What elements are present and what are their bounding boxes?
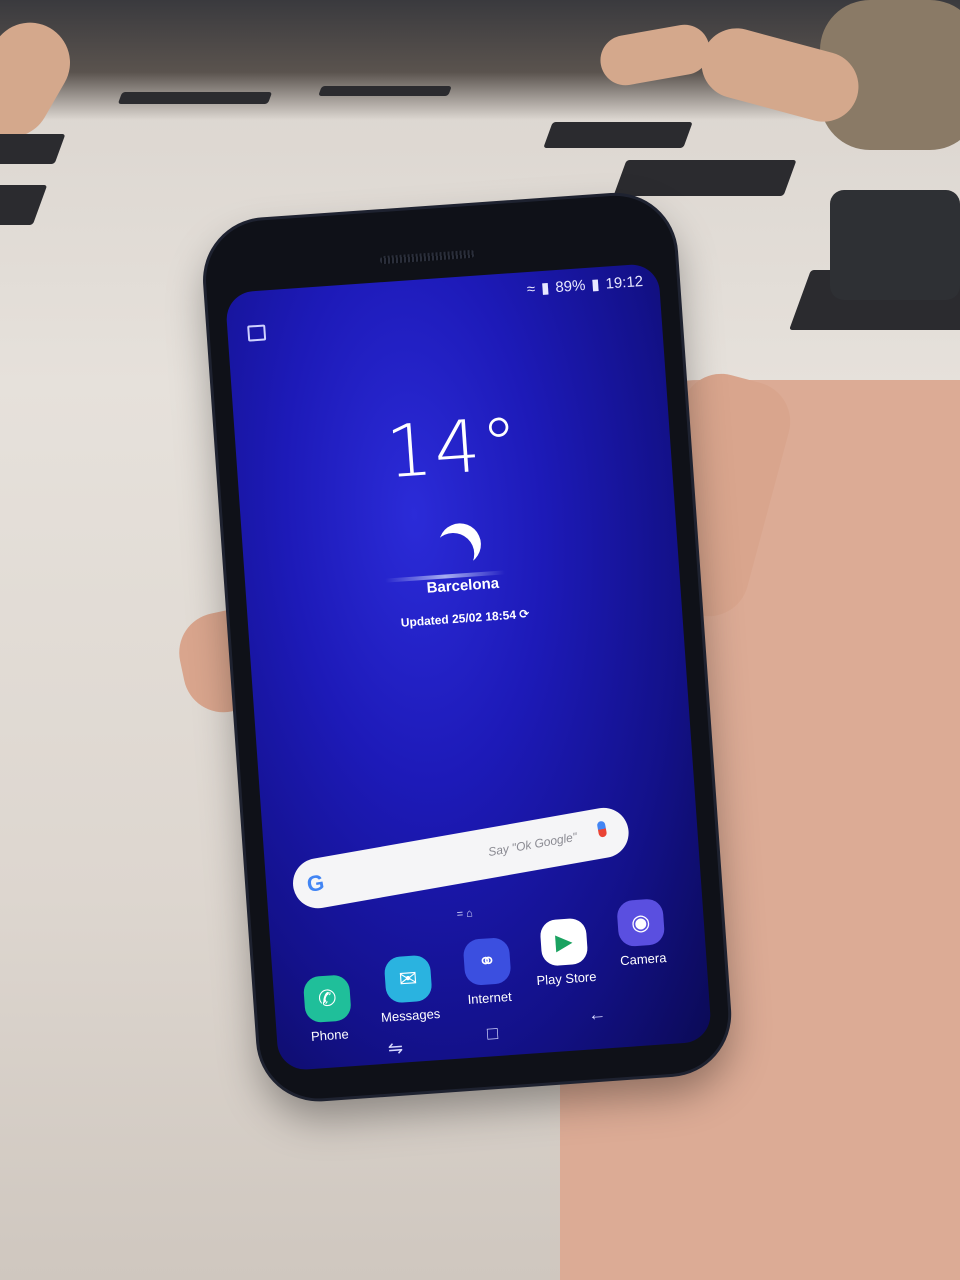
- google-search-bar[interactable]: G Say "Ok Google": [289, 803, 633, 913]
- earpiece: [379, 249, 475, 265]
- app-label: Messages: [380, 1005, 441, 1026]
- moon-icon: [432, 517, 487, 572]
- search-hint: Say "Ok Google": [487, 829, 579, 860]
- table-mat: [543, 122, 693, 148]
- table-mat: [0, 134, 66, 164]
- app-label: Play Store: [536, 968, 597, 989]
- phone-icon: ✆: [302, 974, 352, 1024]
- hand-wrist: [560, 1100, 960, 1280]
- smartphone: ≈ ▮ 89% ▮ 19:12 14° Barcelona Updated 25…: [201, 186, 822, 1103]
- recents-icon[interactable]: ⇋: [387, 1038, 404, 1060]
- camera-device: [830, 190, 960, 300]
- play-store-icon: ▶: [539, 917, 589, 967]
- internet-icon: ⚭: [462, 936, 512, 987]
- app-label: Camera: [619, 950, 667, 969]
- messages-icon: ✉: [383, 954, 433, 1004]
- home-icon[interactable]: □: [486, 1023, 498, 1045]
- mic-icon[interactable]: [596, 820, 608, 838]
- status-bar: ≈ ▮ 89% ▮ 19:12: [526, 272, 643, 298]
- app-play-store[interactable]: ▶ Play Store: [527, 917, 602, 989]
- battery-icon: ▮: [590, 276, 601, 294]
- battery-percent: 89%: [554, 276, 586, 296]
- table-mat: [0, 185, 48, 225]
- app-camera[interactable]: ◉ Camera: [604, 897, 679, 969]
- app-label: Internet: [467, 988, 513, 1007]
- phone-body: ≈ ▮ 89% ▮ 19:12 14° Barcelona Updated 25…: [201, 191, 733, 1103]
- notification-icon: [247, 324, 267, 342]
- refresh-icon[interactable]: ⟳: [519, 607, 530, 622]
- google-logo: G: [304, 869, 327, 897]
- table-mat: [117, 92, 273, 104]
- table-mat: [318, 86, 452, 96]
- signal-icon: ▮: [540, 279, 551, 298]
- app-internet[interactable]: ⚭ Internet: [451, 936, 526, 1008]
- photo-scene: ≈ ▮ 89% ▮ 19:12 14° Barcelona Updated 25…: [0, 0, 960, 1280]
- weather-temperature[interactable]: 14°: [234, 391, 673, 505]
- app-messages[interactable]: ✉ Messages: [372, 954, 447, 1026]
- page-indicator: = ⌂: [456, 907, 474, 921]
- camera-icon: ◉: [616, 898, 666, 948]
- back-icon[interactable]: ←: [587, 1003, 606, 1025]
- updated-text: Updated 25/02 18:54: [400, 607, 517, 630]
- clock: 19:12: [604, 272, 644, 293]
- wifi-icon: ≈: [526, 280, 536, 298]
- phone-screen[interactable]: ≈ ▮ 89% ▮ 19:12 14° Barcelona Updated 25…: [224, 262, 713, 1072]
